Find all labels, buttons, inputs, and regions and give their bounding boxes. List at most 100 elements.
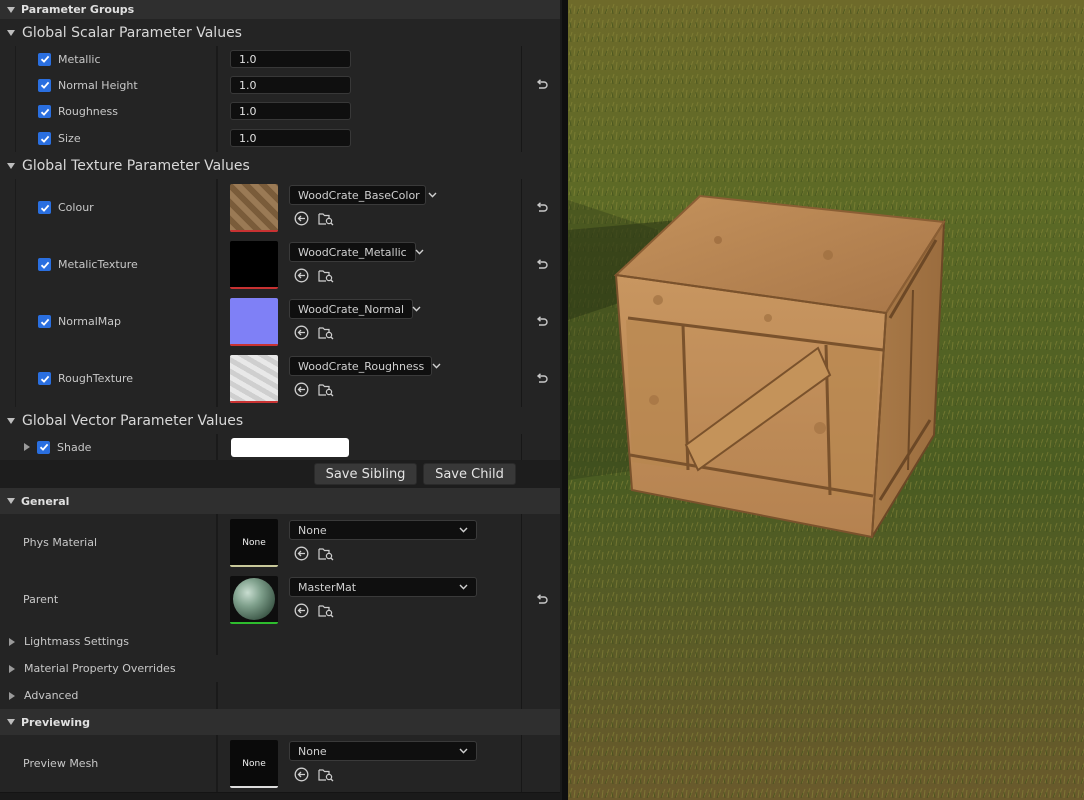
param-enable-checkbox[interactable] [38,52,51,66]
asset-picker-combo[interactable]: None [289,520,477,540]
param-enable-checkbox[interactable] [37,440,50,454]
reset-to-default-button[interactable] [521,350,561,407]
checkmark-icon [40,55,49,63]
use-selected-button[interactable] [293,602,309,618]
scalar-group-header[interactable]: Global Scalar Parameter Values [0,19,560,47]
reset-cell [521,682,561,709]
param-enable-checkbox[interactable] [38,258,51,271]
reset-to-default-button[interactable] [521,571,561,628]
asset-picker-combo[interactable]: WoodCrate_Normal [289,299,421,319]
texture-thumbnail[interactable] [230,355,278,403]
browse-button[interactable] [318,545,334,561]
scalar-value-input[interactable]: 1.0 [230,76,351,94]
details-panel: Parameter Groups Global Scalar Parameter… [0,0,562,800]
advanced-row[interactable]: Advanced [0,682,560,710]
param-enable-checkbox[interactable] [38,105,51,118]
previewing-header[interactable]: Previewing [0,709,560,736]
reset-to-default-button[interactable] [521,293,561,350]
scalar-value-input[interactable]: 1.0 [230,50,351,68]
general-header[interactable]: General [0,488,560,515]
scalar-param-row: Normal Height 1.0 [0,72,560,99]
reset-to-default-button[interactable] [521,179,561,236]
asset-thumbnail[interactable]: None [230,740,278,788]
chevron-down-icon [451,584,468,590]
browse-button[interactable] [318,766,334,782]
section-label: Lightmass Settings [24,635,129,648]
asset-thumbnail[interactable]: None [230,519,278,567]
param-name: Size [58,132,81,145]
texture-thumbnail[interactable] [230,184,278,232]
use-selected-arrow-icon [294,603,308,617]
scalar-param-row: Metallic 1.0 [0,46,560,73]
param-name: Shade [57,440,92,454]
browse-button[interactable] [318,381,334,397]
use-selected-button[interactable] [293,381,309,397]
preview-mesh-label: Preview Mesh [23,757,99,770]
collapse-arrow-icon [7,719,15,725]
asset-name: WoodCrate_Roughness [298,359,425,373]
thumbnail-none-text: None [242,538,266,548]
reset-to-default-button[interactable] [521,236,561,293]
param-enable-checkbox[interactable] [38,201,51,214]
param-enable-checkbox[interactable] [38,78,51,92]
texture-thumbnail[interactable] [230,298,278,346]
material-property-overrides-row[interactable]: Material Property Overrides [0,655,560,683]
color-swatch[interactable] [231,438,349,457]
reset-to-default-button[interactable] [521,72,561,98]
scalar-value-input[interactable]: 1.0 [230,102,351,120]
chevron-down-icon [420,192,437,198]
use-selected-arrow-icon [294,382,308,396]
save-child-button[interactable]: Save Child [423,463,516,485]
asset-name: None [298,744,327,758]
param-enable-checkbox[interactable] [38,372,51,385]
browse-button[interactable] [318,267,334,283]
collapse-arrow-icon [7,498,15,504]
parameter-groups-label: Parameter Groups [21,3,135,16]
param-name: Metallic [58,52,101,66]
texture-group-title: Global Texture Parameter Values [22,157,250,174]
use-selected-button[interactable] [293,267,309,283]
texture-thumbnail[interactable] [230,241,278,289]
use-selected-button[interactable] [293,210,309,226]
asset-picker-combo[interactable]: WoodCrate_Roughness [289,356,441,376]
browse-folder-icon [318,383,334,396]
param-enable-checkbox[interactable] [38,132,51,145]
browse-button[interactable] [318,602,334,618]
use-selected-button[interactable] [293,324,309,340]
reset-arrow-icon [536,79,548,89]
reset-arrow-icon [536,593,548,604]
param-name: MetalicTexture [58,258,138,271]
save-sibling-button[interactable]: Save Sibling [314,463,417,485]
browse-button[interactable] [318,210,334,226]
texture-param-row: RoughTexture WoodCrate_Roughness [0,350,560,408]
expand-arrow-icon[interactable] [24,443,30,451]
thumbnail-none-text: None [242,759,266,769]
asset-picker-combo[interactable]: MasterMat [289,577,477,597]
reset-cell [521,125,561,152]
scalar-value-input[interactable]: 1.0 [230,129,351,147]
lightmass-settings-row[interactable]: Lightmass Settings [0,628,560,656]
texture-group-header[interactable]: Global Texture Parameter Values [0,152,560,180]
vector-group-title: Global Vector Parameter Values [22,412,244,429]
chevron-down-icon [424,363,441,369]
asset-picker-combo[interactable]: WoodCrate_Metallic [289,242,424,262]
scalar-group-title: Global Scalar Parameter Values [22,24,242,41]
checkmark-icon [40,81,49,89]
material-preview-viewport[interactable] [568,0,1084,800]
use-selected-arrow-icon [294,268,308,282]
previewing-title: Previewing [21,715,90,729]
section-label: Material Property Overrides [24,662,176,675]
section-label: Advanced [24,689,79,702]
reset-cell [521,98,561,125]
asset-picker-combo[interactable]: WoodCrate_BaseColor [289,185,437,205]
reset-arrow-icon [536,315,548,326]
parent-row: Parent MasterMat [0,571,560,629]
parameter-groups-header[interactable]: Parameter Groups [0,0,560,20]
use-selected-button[interactable] [293,766,309,782]
asset-picker-combo[interactable]: None [289,741,477,761]
param-enable-checkbox[interactable] [38,315,51,328]
use-selected-button[interactable] [293,545,309,561]
browse-button[interactable] [318,324,334,340]
vector-group-header[interactable]: Global Vector Parameter Values [0,407,560,435]
material-thumbnail[interactable] [230,576,278,624]
